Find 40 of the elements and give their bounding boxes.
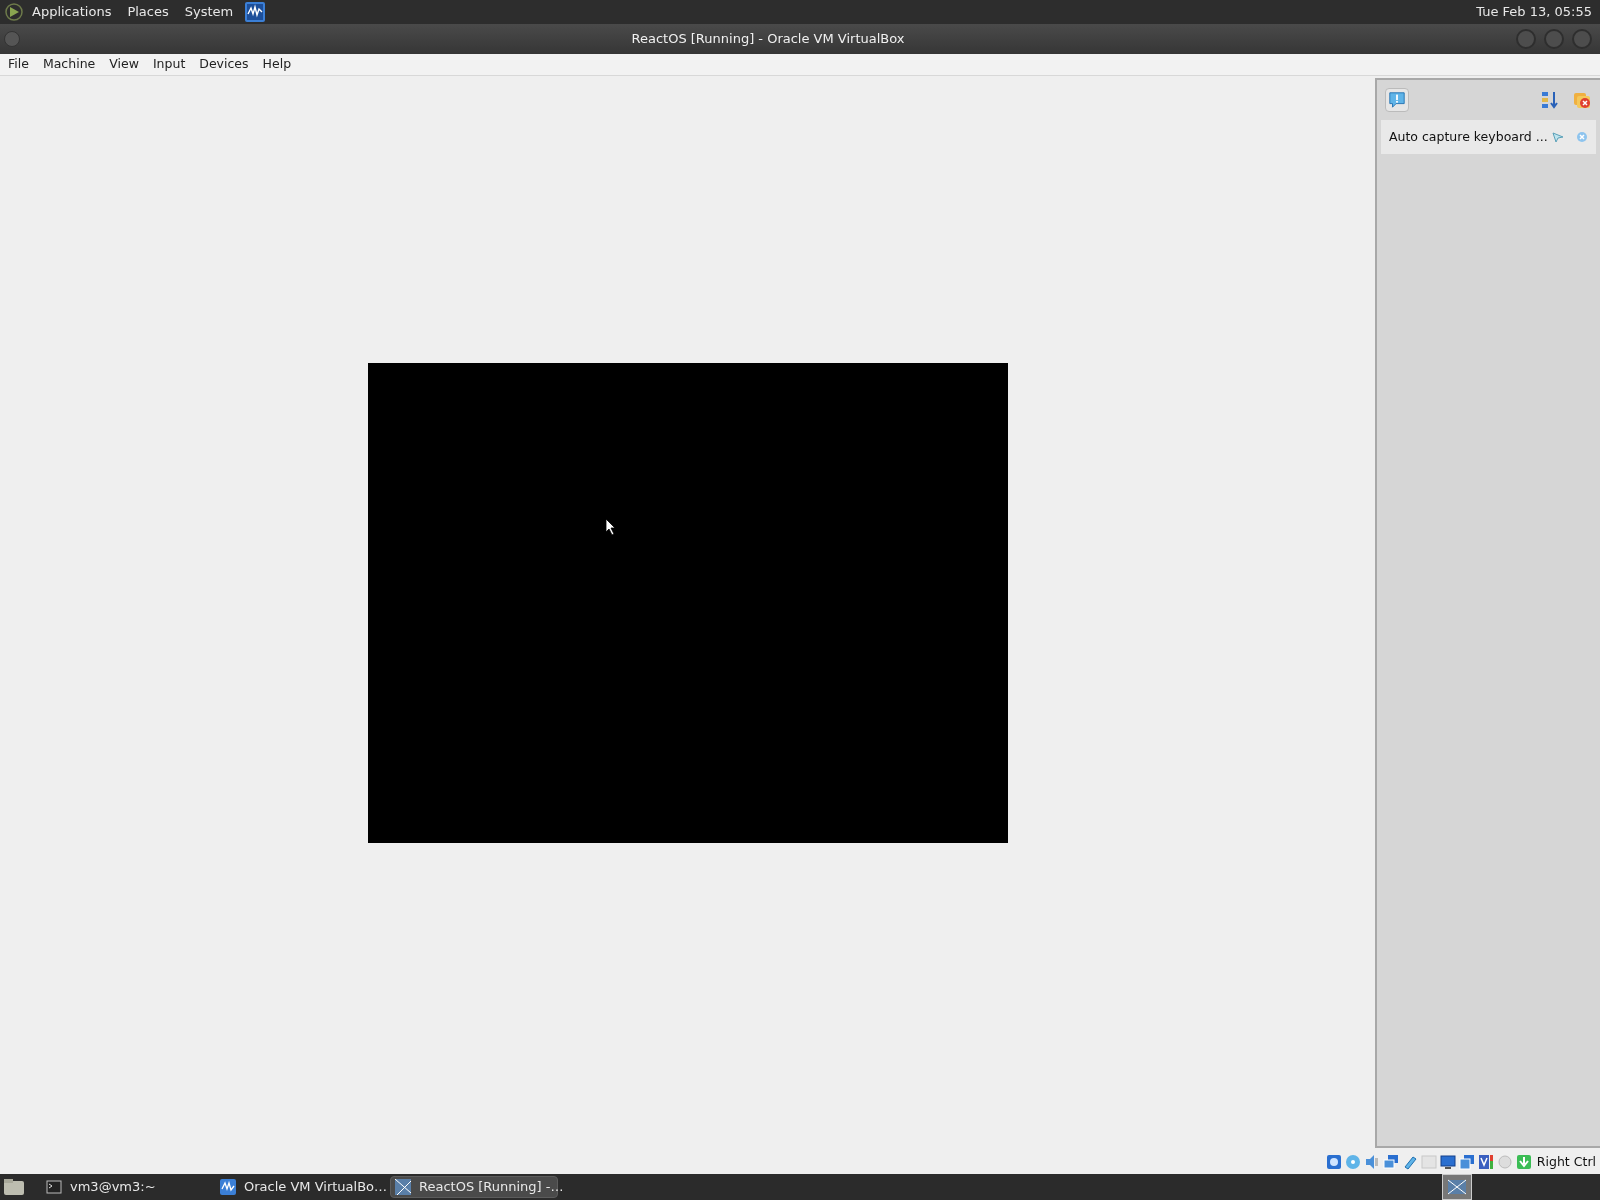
clock[interactable]: Tue Feb 13, 05:55 — [1476, 2, 1596, 22]
speaker-icon[interactable] — [1363, 1154, 1380, 1170]
maximize-button[interactable] — [1544, 29, 1564, 49]
window-menu-button[interactable] — [4, 31, 20, 47]
menu-item[interactable]: File — [8, 55, 29, 74]
terminal-icon — [46, 1179, 62, 1195]
show-desktop-icon[interactable] — [2, 1177, 26, 1197]
taskbar-button[interactable]: vm3@vm3:~ — [42, 1176, 210, 1198]
host-key-label: Right Ctrl — [1536, 1152, 1596, 1171]
monitor-app-icon[interactable] — [245, 2, 266, 22]
panel-menu[interactable]: Applications — [32, 2, 112, 22]
menu-item[interactable]: Machine — [42, 55, 96, 74]
mouse-capture-icon[interactable] — [1552, 131, 1564, 143]
menu-item[interactable]: Input — [152, 55, 186, 74]
notification-text: Auto capture keyboard ... — [1389, 127, 1549, 146]
monitor-app-icon — [220, 1179, 236, 1195]
panel-menu[interactable]: Places — [127, 2, 169, 22]
menu-item[interactable]: Help — [262, 55, 292, 74]
workspace-switcher[interactable] — [1442, 1174, 1472, 1200]
minimize-button[interactable] — [1516, 29, 1536, 49]
close-all-icon[interactable] — [1572, 90, 1592, 110]
window-title: ReactOS [Running] - Oracle VM VirtualBox — [631, 31, 905, 47]
speech-bubble-icon[interactable] — [1385, 88, 1409, 112]
menu-item[interactable]: Devices — [199, 55, 249, 74]
mouse-pointer-icon — [604, 518, 617, 536]
close-icon[interactable] — [1576, 131, 1588, 143]
taskbar-button[interactable]: Oracle VM VirtualBo… — [216, 1176, 384, 1198]
menu-logo-icon[interactable] — [4, 2, 24, 22]
close-button[interactable] — [1572, 29, 1592, 49]
panel-menu[interactable]: System — [184, 2, 234, 22]
download-arrow-icon[interactable] — [1515, 1154, 1532, 1170]
display-icon[interactable] — [1439, 1154, 1456, 1170]
menu-item[interactable]: View — [109, 55, 139, 74]
optical-disc-icon[interactable] — [1344, 1154, 1361, 1170]
windows-icon[interactable] — [1458, 1154, 1475, 1170]
sort-down-icon[interactable] — [1540, 90, 1560, 110]
window-thumbnail-icon — [1447, 1179, 1467, 1195]
cpu-meter-icon[interactable] — [1477, 1154, 1494, 1170]
vm-window-icon — [395, 1179, 411, 1195]
network-icon[interactable] — [1382, 1154, 1399, 1170]
